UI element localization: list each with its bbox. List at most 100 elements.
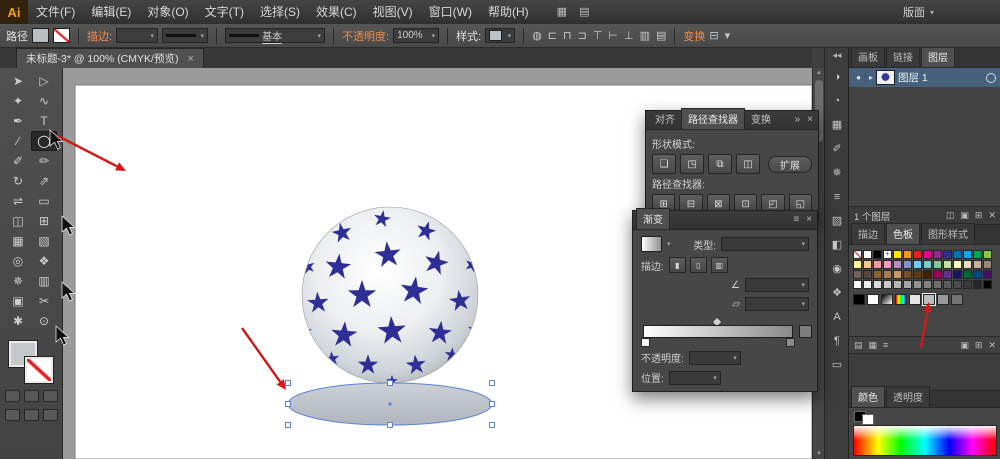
fill-color-swatch[interactable] (32, 28, 49, 43)
tab-align[interactable]: 对齐 (649, 109, 681, 129)
pen-tool[interactable]: ✒ (5, 111, 31, 131)
swatch-special-6[interactable] (937, 294, 949, 305)
swatch-2-9[interactable] (943, 270, 952, 279)
swatch-options-icon[interactable]: ≡ (883, 340, 888, 351)
paintbrush-tool[interactable]: ✐ (5, 151, 31, 171)
draw-behind-button[interactable] (23, 409, 39, 421)
isolate-selection-icon[interactable]: ⊟ (709, 25, 718, 47)
swatch-1-10[interactable] (953, 260, 962, 269)
swatch-2-10[interactable] (953, 270, 962, 279)
swatch-2-0[interactable] (853, 270, 862, 279)
free-transform-tool[interactable]: ▭ (31, 191, 57, 211)
swatch-special-3[interactable] (895, 294, 907, 305)
type-tool[interactable]: T (31, 111, 57, 131)
collapse-dock-icon[interactable]: ◂◂ (832, 48, 841, 62)
swatch-3-8[interactable] (933, 280, 942, 289)
gradient-mode-button[interactable] (23, 390, 39, 402)
swatch-3-11[interactable] (963, 280, 972, 289)
swatch-special-5[interactable] (922, 293, 936, 306)
close-icon[interactable]: × (806, 214, 812, 226)
hand-tool[interactable]: ✱ (5, 311, 31, 331)
swatch-3-13[interactable] (983, 280, 992, 289)
screen-layout-icon[interactable]: ▤ (579, 0, 589, 24)
distribute-vertical-icon[interactable]: ▤ (656, 25, 666, 47)
align-top-icon[interactable]: ⊤ (593, 25, 603, 47)
expand-button[interactable]: 扩展 (768, 155, 812, 173)
exclude-button[interactable]: ◫ (736, 154, 760, 174)
selection-handle[interactable] (387, 380, 393, 386)
graphic-styles-panel-icon[interactable]: ❖ (827, 283, 847, 302)
selection-handle[interactable] (285, 401, 291, 407)
swatch-0-8[interactable] (933, 250, 942, 259)
chevron-down-icon[interactable]: ▾ (667, 240, 671, 248)
swatch-3-5[interactable] (903, 280, 912, 289)
color-guide-panel-icon[interactable]: ◔ (827, 91, 847, 110)
menu-object[interactable]: 对象(O) (139, 0, 196, 24)
stroke-weight-dropdown[interactable]: ▾ (116, 28, 159, 43)
swatch-0-13[interactable] (983, 250, 992, 259)
gradient-thumbnail[interactable] (641, 236, 662, 252)
mesh-tool[interactable]: ▦ (5, 231, 31, 251)
pencil-tool[interactable]: ✏ (31, 151, 57, 171)
selection-tool[interactable]: ➤ (5, 71, 31, 91)
close-icon[interactable]: × (187, 53, 193, 65)
swatch-0-2[interactable] (873, 250, 882, 259)
symbol-sprayer-tool[interactable]: ✵ (5, 271, 31, 291)
swatch-2-12[interactable] (973, 270, 982, 279)
new-color-group-icon[interactable]: ▣ (960, 340, 969, 351)
brushes-panel-icon[interactable]: ✐ (827, 139, 847, 158)
swatch-0-0[interactable] (853, 250, 862, 259)
swatch-0-4[interactable] (893, 250, 902, 259)
opacity-link[interactable]: 不透明度: (342, 28, 389, 44)
color-mode-button[interactable] (4, 390, 20, 402)
swatches-panel-icon[interactable]: ▦ (827, 115, 847, 134)
swatch-1-4[interactable] (893, 260, 902, 269)
swatch-3-3[interactable] (883, 280, 892, 289)
swatch-2-8[interactable] (933, 270, 942, 279)
swatch-1-1[interactable] (863, 260, 872, 269)
minus-front-button[interactable]: ◳ (680, 154, 704, 174)
swatch-1-13[interactable] (983, 260, 992, 269)
swatch-special-2[interactable] (881, 294, 893, 305)
gradient-panel-icon[interactable]: ▧ (827, 211, 847, 230)
visibility-eye-icon[interactable]: ● (852, 73, 866, 82)
swatch-0-5[interactable] (903, 250, 912, 259)
gradient-across-stroke-icon[interactable]: ▥ (710, 257, 728, 273)
align-middle-icon[interactable]: ⊢ (608, 25, 618, 47)
gradient-end-swatch[interactable] (799, 325, 812, 338)
panel-menu-icon[interactable]: » (795, 114, 801, 126)
color-stroke-swatch[interactable] (862, 413, 874, 425)
tab-transform[interactable]: 变换 (745, 109, 777, 129)
close-icon[interactable]: × (807, 114, 813, 126)
gradient-position-dropdown[interactable]: ▾ (668, 370, 721, 385)
tab-gradient[interactable]: 渐变 (636, 208, 670, 229)
menu-edit[interactable]: 编辑(E) (83, 0, 139, 24)
eyedropper-tool[interactable]: ◎ (5, 251, 31, 271)
gradient-type-dropdown[interactable]: ▾ (721, 237, 809, 251)
clipping-mask-icon[interactable]: ◫ (946, 210, 955, 221)
swatch-2-6[interactable] (913, 270, 922, 279)
workspace-switcher[interactable]: 版面 ▾ (903, 4, 934, 20)
draw-normal-button[interactable] (4, 409, 20, 421)
width-tool[interactable]: ⇌ (5, 191, 31, 211)
options-caret-icon[interactable]: ▾ (725, 25, 731, 47)
swatch-3-6[interactable] (913, 280, 922, 289)
selection-handle[interactable] (285, 422, 291, 428)
delete-layer-icon[interactable]: ✕ (988, 210, 996, 221)
selection-handle[interactable] (489, 422, 495, 428)
menu-type[interactable]: 文字(T) (197, 0, 252, 24)
gradient-stop-right[interactable] (786, 338, 795, 347)
swatch-2-4[interactable] (893, 270, 902, 279)
swatch-0-11[interactable] (963, 250, 972, 259)
intersect-button[interactable]: ⧉ (708, 154, 732, 174)
arrange-documents-icon[interactable]: ▦ (557, 0, 567, 24)
zoom-tool[interactable]: ⊙ (31, 311, 57, 331)
swatch-1-5[interactable] (903, 260, 912, 269)
swatch-0-12[interactable] (973, 250, 982, 259)
swatch-1-9[interactable] (943, 260, 952, 269)
selection-handle[interactable] (489, 401, 495, 407)
gradient-along-stroke-icon[interactable]: ▯ (689, 257, 707, 273)
gradient-angle-dropdown[interactable]: ▾ (745, 278, 809, 292)
gradient-opacity-dropdown[interactable]: ▾ (688, 350, 741, 365)
tab-pathfinder[interactable]: 路径查找器 (681, 108, 745, 129)
